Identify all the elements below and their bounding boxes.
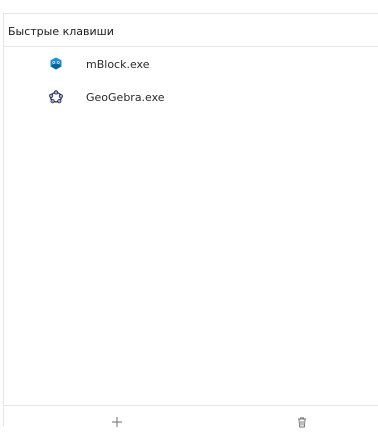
mblock-app-icon — [48, 56, 64, 72]
shortcuts-list: mBlock.exe GeoGebra.exe — [4, 52, 378, 118]
list-item-label: mBlock.exe — [86, 58, 150, 71]
list-item-mblock[interactable]: mBlock.exe — [4, 52, 378, 85]
panel-title: Быстрые клавиши — [8, 25, 114, 38]
trash-icon — [296, 413, 308, 432]
list-item-geogebra[interactable]: GeoGebra.exe — [4, 85, 378, 118]
delete-shortcut-button[interactable] — [290, 412, 314, 432]
list-item-label: GeoGebra.exe — [86, 91, 165, 104]
panel-footer — [4, 405, 378, 434]
shortcuts-panel: Быстрые клавиши mBlock.exe GeoGebra.exe — [0, 0, 378, 434]
geogebra-app-icon — [48, 89, 64, 105]
add-shortcut-button[interactable] — [105, 412, 129, 432]
plus-icon — [111, 413, 123, 432]
panel-header: Быстрые клавиши — [4, 14, 378, 47]
